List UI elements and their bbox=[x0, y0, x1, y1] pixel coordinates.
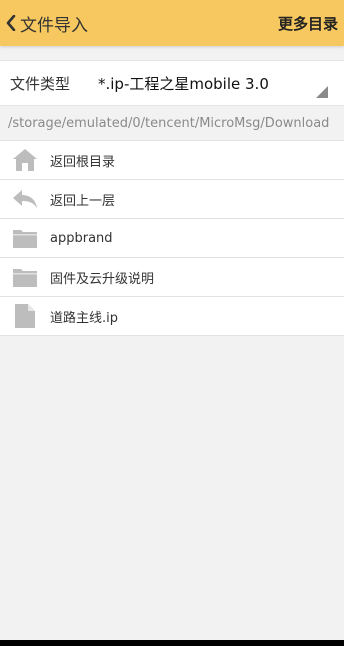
list-item-label: 返回上一层 bbox=[50, 193, 116, 209]
top-bar: 文件导入 更多目录 bbox=[0, 0, 344, 46]
list-item-label: appbrand bbox=[50, 230, 113, 246]
home-icon bbox=[0, 141, 50, 180]
list-item-parent[interactable]: 返回上一层 bbox=[0, 180, 344, 219]
more-directories-button[interactable]: 更多目录 bbox=[278, 13, 338, 34]
list-item-folder[interactable]: appbrand bbox=[0, 219, 344, 258]
list-item-file[interactable]: 道路主线.ip bbox=[0, 297, 344, 336]
back-arrow-icon bbox=[0, 180, 50, 219]
list-item-folder[interactable]: 固件及云升级说明 bbox=[0, 258, 344, 297]
list-item-label: 固件及云升级说明 bbox=[50, 271, 155, 287]
dropdown-triangle-icon[interactable] bbox=[316, 83, 328, 98]
back-button[interactable]: 文件导入 bbox=[4, 11, 88, 36]
list-item-label: 道路主线.ip bbox=[50, 310, 118, 326]
file-type-value[interactable]: *.ip-工程之星mobile 3.0 bbox=[98, 73, 344, 94]
file-icon bbox=[0, 297, 50, 336]
file-list: 返回根目录 返回上一层 appbrand 固件及云升级说明 道路主线.ip bbox=[0, 141, 344, 336]
page-title: 文件导入 bbox=[20, 15, 88, 36]
file-type-selector[interactable]: 文件类型 *.ip-工程之星mobile 3.0 bbox=[0, 60, 344, 106]
folder-icon bbox=[0, 219, 50, 258]
file-type-label: 文件类型 bbox=[10, 74, 71, 93]
list-item-root[interactable]: 返回根目录 bbox=[0, 141, 344, 180]
list-item-label: 返回根目录 bbox=[50, 154, 116, 170]
bottom-edge bbox=[0, 640, 344, 646]
chevron-left-icon bbox=[4, 13, 18, 33]
folder-icon bbox=[0, 258, 50, 297]
current-path: /storage/emulated/0/tencent/MicroMsg/Dow… bbox=[0, 107, 344, 141]
